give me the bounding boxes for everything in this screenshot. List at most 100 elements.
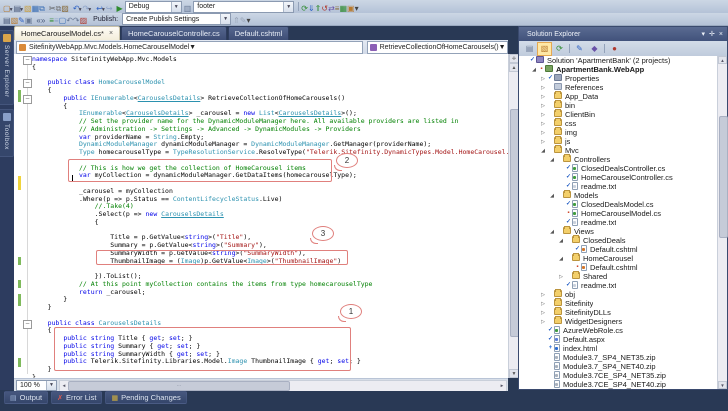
properties-window-button[interactable]: ▤	[3, 16, 11, 25]
tree-item[interactable]: ◢Controllers	[519, 155, 718, 164]
expand-arrow-icon[interactable]: ▷	[539, 76, 547, 82]
code-editor[interactable]: namespace SitefinityWebApp.Mvc.Models{ p…	[14, 54, 508, 378]
tree-item[interactable]: Module3.7CE_SP4_NET40.zip	[519, 380, 718, 389]
code-line[interactable]: namespace SitefinityWebApp.Mvc.Models	[32, 56, 177, 64]
tree-item[interactable]: ✓readme.txt	[519, 182, 718, 191]
close-icon[interactable]: ×	[719, 31, 723, 38]
collapse-region-toggle[interactable]: –	[23, 56, 32, 65]
collapse-arrow-icon[interactable]: ◢	[557, 256, 565, 262]
collapse-arrow-icon[interactable]: ◢	[548, 157, 556, 163]
zoom-combo[interactable]: 100 % ▼	[16, 380, 57, 391]
tree-item[interactable]: ▷References	[519, 83, 718, 92]
expand-arrow-icon[interactable]: ▷	[539, 85, 547, 91]
chevron-down-icon[interactable]: ▼	[46, 381, 56, 390]
tree-item[interactable]: ▷WidgetDesigners	[519, 317, 718, 326]
pin-icon[interactable]: ✛	[709, 31, 715, 38]
collapse-region-toggle[interactable]: –	[23, 79, 32, 88]
tree-item[interactable]: ◢Mvc	[519, 146, 718, 155]
document-tab[interactable]: HomeCarouselController.cs	[121, 26, 227, 40]
tree-item[interactable]: ▪HomeCarouselModel.cs	[519, 209, 718, 218]
code-line[interactable]: }	[32, 304, 52, 312]
collapse-region-toggle[interactable]: –	[23, 320, 32, 329]
code-line[interactable]: public IEnumerable<CarouselsDetails> Ret…	[32, 95, 345, 103]
tree-item[interactable]: ✓Default.aspx	[519, 335, 718, 344]
tree-item[interactable]: ▷Shared	[519, 272, 718, 281]
autohide-tab-toolbox[interactable]: Toolbox	[0, 109, 14, 157]
publish-profile-combo[interactable]: Create Publish Settings ▼	[122, 13, 231, 25]
view-class-diagram-button[interactable]: ◆	[587, 42, 602, 56]
compare-button[interactable]: ⇄	[328, 4, 335, 13]
expand-arrow-icon[interactable]: ▷	[539, 292, 547, 298]
view-designer-button[interactable]: ▣	[25, 16, 33, 25]
scroll-up-button[interactable]: ▲	[718, 56, 727, 64]
refresh-button[interactable]: ⟳	[552, 42, 567, 56]
tree-item[interactable]: ▪Default.cshtml	[519, 263, 718, 272]
tree-item[interactable]: ◢HomeCarousel	[519, 254, 718, 263]
solution-configurations-combo[interactable]: Debug ▼	[125, 1, 182, 13]
tree-item[interactable]: ◢ClosedDeals	[519, 236, 718, 245]
tree-item[interactable]: ▷obj	[519, 290, 718, 299]
tree-item[interactable]: ✓HomeCarouselController.cs	[519, 173, 718, 182]
expand-arrow-icon[interactable]: ▷	[539, 319, 547, 325]
expand-arrow-icon[interactable]: ▷	[539, 310, 547, 316]
previous-bookmark-button[interactable]: ↶	[66, 16, 73, 25]
tree-item[interactable]: ◢▪ApartmentBank.WebApp	[519, 65, 718, 74]
tree-item[interactable]: ▷✓Properties	[519, 74, 718, 83]
document-tab[interactable]: Default.cshtml	[228, 26, 290, 40]
code-line[interactable]: {	[32, 219, 99, 227]
tree-item[interactable]: ✓readme.txt	[519, 218, 718, 227]
tree-item[interactable]: ✓ClosedDealsModel.cs	[519, 200, 718, 209]
expand-arrow-icon[interactable]: ▷	[539, 121, 547, 127]
scrollbar-thumb[interactable]: ∙∙∙	[68, 381, 290, 391]
tree-item[interactable]: Module3.7_SP4_NET40.zip	[519, 362, 718, 371]
collapse-region-toggle[interactable]: –	[23, 95, 32, 104]
expand-arrow-icon[interactable]: ▷	[539, 139, 547, 145]
toolbar-options-button[interactable]: ▾	[355, 4, 359, 13]
tree-item[interactable]: ✓readme.txt	[519, 281, 718, 290]
tree-item[interactable]: ✓Default.cshtml	[519, 245, 718, 254]
scrollbar-thumb[interactable]	[719, 116, 728, 238]
view-in-browser-button[interactable]: ●	[607, 42, 622, 56]
tree-item[interactable]: ✓AzureWebRole.cs	[519, 326, 718, 335]
expand-arrow-icon[interactable]: ▷	[539, 301, 547, 307]
expand-arrow-icon[interactable]: ▷	[557, 274, 565, 280]
collapse-arrow-icon[interactable]: ◢	[548, 193, 556, 199]
properties-button[interactable]: ▤	[522, 42, 537, 56]
scroll-down-button[interactable]: ▼	[718, 381, 727, 389]
expand-arrow-icon[interactable]: ▷	[539, 103, 547, 109]
collapse-arrow-icon[interactable]: ◢	[530, 67, 538, 73]
panel-tab-error-list[interactable]: ✗Error List	[51, 391, 102, 404]
tree-item[interactable]: ▷Sitefinity	[519, 299, 718, 308]
autohide-tab-server-explorer[interactable]: Server Explorer	[0, 30, 14, 105]
navigate-forward-button[interactable]: ↪	[106, 4, 113, 13]
view-code-button[interactable]: ✎	[572, 42, 587, 56]
expand-arrow-icon[interactable]: ▷	[539, 94, 547, 100]
class-navigator-combo[interactable]: SitefinityWebApp.Mvc.Models.HomeCarousel…	[16, 41, 363, 54]
window-position-icon[interactable]: ▾	[702, 31, 706, 38]
member-navigator-combo[interactable]: RetrieveCollectionOfHomeCarousels() ▼	[367, 41, 508, 54]
code-line[interactable]: {	[32, 64, 36, 72]
start-debugging-button[interactable]: ▶	[117, 4, 123, 13]
workspaces-button[interactable]: ▦	[339, 4, 347, 13]
tree-item[interactable]: ▷SitefinityDLLs	[519, 308, 718, 317]
toolbar-options-button[interactable]: ▾	[246, 16, 250, 25]
expand-arrow-icon[interactable]: ▷	[539, 130, 547, 136]
clear-bookmarks-button[interactable]: ▨	[80, 16, 88, 25]
tree-item[interactable]: ✓Solution 'ApartmentBank' (2 projects)	[519, 56, 718, 65]
tree-item[interactable]: +index.html	[519, 344, 718, 353]
scroll-left-button[interactable]: ◄	[60, 381, 68, 389]
tree-vertical-scrollbar[interactable]: ▲ ▼	[717, 56, 727, 389]
publish-web-button[interactable]: ⇑	[233, 16, 240, 25]
increase-indent-button[interactable]: »	[41, 16, 45, 25]
chevron-down-icon[interactable]: ▼	[171, 2, 181, 12]
tree-item[interactable]: ▷ClientBin	[519, 110, 718, 119]
show-all-files-button[interactable]: ▧	[11, 16, 19, 25]
scroll-right-button[interactable]: ►	[498, 381, 506, 389]
source-control-explorer-button[interactable]: ▣	[347, 4, 355, 13]
expand-arrow-icon[interactable]: ▷	[539, 112, 547, 118]
close-icon[interactable]: ×	[109, 30, 113, 37]
document-tab[interactable]: HomeCarouselModel.cs*×	[14, 26, 120, 40]
code-line[interactable]: Type homecarouselType = TypeResolutionSe…	[32, 149, 508, 157]
show-all-files-button[interactable]: ▧	[537, 42, 552, 56]
chevron-down-icon[interactable]: ▼	[189, 44, 196, 51]
